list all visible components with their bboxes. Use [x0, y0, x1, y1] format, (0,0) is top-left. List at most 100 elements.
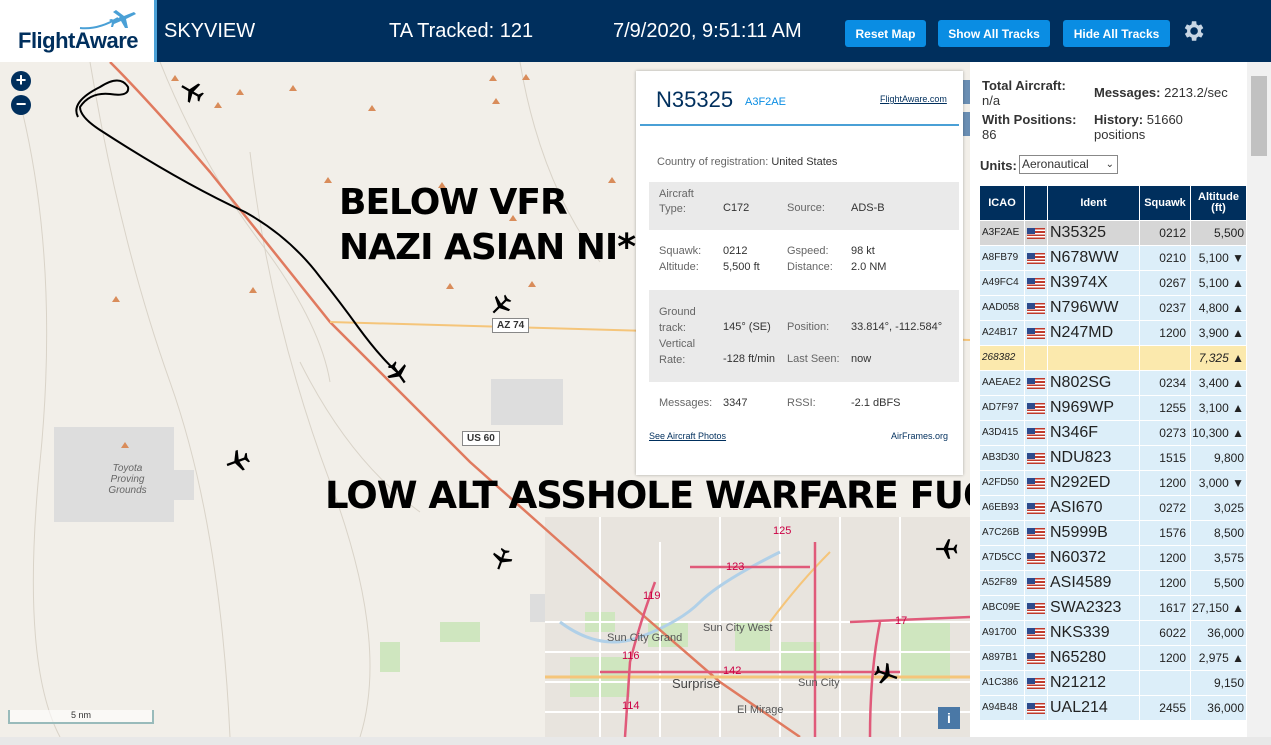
us-flag-icon — [1027, 303, 1045, 314]
table-row[interactable]: AD7F97 N969WP 1255 3,100 ▲ — [980, 396, 1246, 420]
zoom-out-button[interactable]: − — [11, 95, 31, 115]
distance-label: Distance: — [787, 261, 833, 273]
row-icao: AD7F97 — [980, 396, 1024, 420]
row-ident: UAL214 — [1048, 696, 1139, 720]
row-flag-cell — [1025, 396, 1047, 420]
row-altitude: 3,100 ▲ — [1191, 396, 1246, 420]
row-flag-cell — [1025, 596, 1047, 620]
table-row[interactable]: A94B48 UAL214 2455 36,000 — [980, 696, 1246, 720]
table-row[interactable]: A6EB93 ASI670 0272 3,025 — [980, 496, 1246, 520]
row-icao: A2FD50 — [980, 471, 1024, 495]
us-flag-icon — [1027, 428, 1045, 439]
history-stat: History: 51660 positions — [1094, 112, 1183, 142]
row-squawk: 0234 — [1140, 371, 1190, 395]
table-row[interactable]: A24B17 N247MD 1200 3,900 ▲ — [980, 321, 1246, 345]
col-squawk[interactable]: Squawk — [1140, 186, 1191, 220]
aircraft-marker-icon[interactable] — [488, 292, 514, 318]
selected-aircraft-icon[interactable] — [384, 359, 412, 387]
table-row[interactable]: A52F89 ASI4589 1200 5,500 — [980, 571, 1246, 595]
aircraft-photos-link[interactable]: See Aircraft Photos — [649, 431, 726, 441]
table-row[interactable]: A49FC4 N3974X 0267 5,100 ▲ — [980, 271, 1246, 295]
us-flag-icon — [1027, 628, 1045, 639]
map-label-surprise: Surprise — [672, 676, 721, 691]
table-row[interactable]: A7D5CC N60372 1200 3,575 — [980, 546, 1246, 570]
row-flag-cell — [1025, 421, 1047, 445]
table-row[interactable]: A8FB79 N678WW 0210 5,100 ▼ — [980, 246, 1246, 270]
aircraft-marker-icon[interactable] — [934, 536, 960, 562]
aircraft-marker-icon[interactable] — [872, 660, 900, 688]
zoom-in-button[interactable]: + — [11, 71, 31, 91]
total-aircraft-stat: Total Aircraft: n/a — [982, 78, 1066, 108]
gear-icon[interactable] — [1180, 18, 1206, 44]
row-flag-cell — [1025, 496, 1047, 520]
table-row[interactable]: ABC09E SWA2323 1617 27,150 ▲ — [980, 596, 1246, 620]
row-flag-cell — [1025, 696, 1047, 720]
col-flag[interactable] — [1025, 186, 1048, 220]
flightaware-link[interactable]: FlightAware.com — [880, 94, 947, 104]
messages-label: Messages: — [659, 397, 713, 409]
table-row[interactable]: A3F2AE N35325 0212 5,500 — [980, 221, 1246, 245]
table-row[interactable]: A7C26B N5999B 1576 8,500 — [980, 521, 1246, 545]
header-bar: FlightAware SKYVIEW TA Tracked: 121 7/9/… — [0, 0, 1271, 62]
table-row[interactable]: AAD058 N796WW 0237 4,800 ▲ — [980, 296, 1246, 320]
position-label: Position: — [787, 321, 830, 333]
popup-icao: A3F2AE — [745, 96, 786, 108]
row-icao: A52F89 — [980, 571, 1024, 595]
flightaware-logo[interactable]: FlightAware — [0, 0, 157, 62]
units-select[interactable]: Aeronautical ⌄ — [1019, 155, 1118, 174]
table-row[interactable]: 268382 7,325 ▲ — [980, 346, 1246, 370]
info-icon[interactable]: i — [938, 707, 960, 729]
row-altitude: 9,150 — [1191, 671, 1246, 695]
hide-all-tracks-button[interactable]: Hide All Tracks — [1063, 20, 1170, 47]
row-altitude: 3,400 ▲ — [1191, 371, 1246, 395]
row-icao: A3F2AE — [980, 221, 1024, 245]
row-squawk: 0273 — [1140, 421, 1190, 445]
table-row[interactable]: A2FD50 N292ED 1200 3,000 ▼ — [980, 471, 1246, 495]
position-value: 33.814°, -112.584° — [851, 321, 943, 333]
row-squawk: 6022 — [1140, 621, 1190, 645]
map-label-sun-city-grand: Sun City Grand — [607, 632, 683, 644]
row-ident: SWA2323 — [1048, 596, 1139, 620]
row-ident — [1048, 346, 1139, 370]
with-positions-stat: With Positions: 86 — [982, 112, 1077, 142]
table-header: ICAO Ident Squawk Altitude (ft) — [980, 186, 1246, 220]
row-altitude: 2,975 ▲ — [1191, 646, 1246, 670]
airframes-link[interactable]: AirFrames.org — [891, 431, 948, 441]
row-flag-cell — [1025, 571, 1047, 595]
col-ident[interactable]: Ident — [1048, 186, 1140, 220]
row-squawk: 1200 — [1140, 646, 1190, 670]
us-flag-icon — [1027, 328, 1045, 339]
table-row[interactable]: A897B1 N65280 1200 2,975 ▲ — [980, 646, 1246, 670]
scrollbar-thumb[interactable] — [1251, 76, 1267, 156]
row-altitude: 27,150 ▲ — [1191, 596, 1246, 620]
us-flag-icon — [1027, 228, 1045, 239]
reset-map-button[interactable]: Reset Map — [845, 20, 926, 47]
show-all-tracks-button[interactable]: Show All Tracks — [938, 20, 1050, 47]
route-shield-az74: AZ 74 — [492, 318, 530, 333]
table-row[interactable]: A3D415 N346F 0273 10,300 ▲ — [980, 421, 1246, 445]
aircraft-marker-icon[interactable] — [224, 447, 252, 475]
table-row[interactable]: A1C386 N21212 9,150 — [980, 671, 1246, 695]
row-icao: A8FB79 — [980, 246, 1024, 270]
aircraft-type-label: Aircraft Type: — [659, 188, 694, 215]
route-shield-us60: US 60 — [462, 431, 500, 446]
us-flag-icon — [1027, 378, 1045, 389]
row-altitude: 4,800 ▲ — [1191, 296, 1246, 320]
row-squawk: 0237 — [1140, 296, 1190, 320]
table-row[interactable]: AB3D30 NDU823 1515 9,800 — [980, 446, 1246, 470]
aircraft-marker-icon[interactable] — [178, 78, 206, 106]
source-value: ADS-B — [851, 202, 885, 214]
aircraft-marker-icon[interactable] — [489, 546, 515, 572]
squawk-label: Squawk: — [659, 245, 702, 257]
table-row[interactable]: AAEAE2 N802SG 0234 3,400 ▲ — [980, 371, 1246, 395]
table-row[interactable]: A91700 NKS339 6022 36,000 — [980, 621, 1246, 645]
row-ident: NKS339 — [1048, 621, 1139, 645]
col-altitude[interactable]: Altitude (ft) — [1191, 186, 1246, 220]
panel-scrollbar[interactable] — [1247, 62, 1271, 737]
col-icao[interactable]: ICAO — [980, 186, 1025, 220]
map-label-sun-city: Sun City — [798, 677, 840, 689]
row-flag-cell — [1025, 246, 1047, 270]
squawk-value: 0212 — [723, 245, 748, 257]
row-flag-cell — [1025, 446, 1047, 470]
route-label-114: 114 — [622, 700, 640, 712]
